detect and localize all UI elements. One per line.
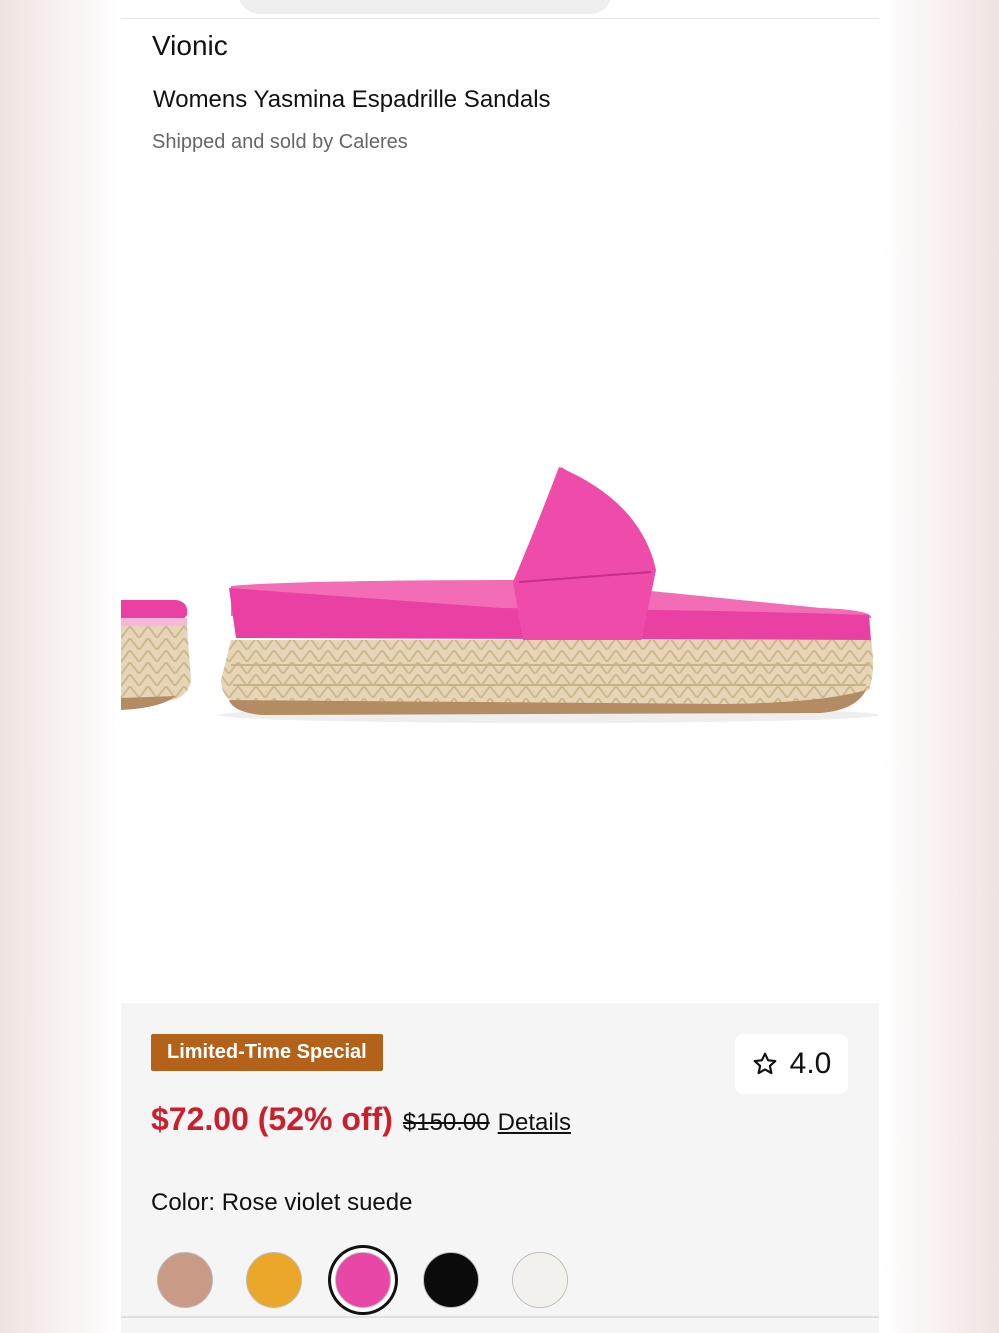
product-page: Vionic Womens Yasmina Espadrille Sandals… [121,0,879,1333]
product-image-carousel[interactable] [121,170,879,1003]
header-divider [121,18,879,19]
seller-info: Shipped and sold by Caleres [152,131,408,153]
rating-value: 4.0 [789,1047,832,1080]
swatch-rose-violet[interactable] [335,1252,391,1308]
purchase-info-panel: Limited-Time Special 4.0 $72.00 (52% off… [121,1003,879,1333]
sale-price: $72.00 (52% off) [151,1101,393,1137]
swatch-black[interactable] [423,1252,479,1308]
sandal-product-image [121,467,879,723]
bottom-divider [121,1316,879,1318]
main-sandal [219,467,879,723]
swatch-rose-gold[interactable] [157,1252,213,1308]
promo-badge: Limited-Time Special [151,1034,383,1071]
rating-button[interactable]: 4.0 [735,1034,848,1094]
swatch-white[interactable] [512,1252,568,1308]
product-title: Womens Yasmina Espadrille Sandals [153,86,551,113]
search-bar[interactable] [238,0,612,14]
swatch-yellow[interactable] [246,1252,302,1308]
color-label: Color: Rose violet suede [151,1189,413,1216]
brand-name[interactable]: Vionic [152,30,228,62]
original-price: $150.00 [402,1109,490,1136]
price-details-link[interactable]: Details [498,1109,571,1137]
price-row: $72.00 (52% off) $150.00 Details [151,1101,571,1138]
star-outline-icon [753,1052,777,1075]
color-swatches [157,1252,587,1322]
partial-sandal-left [121,600,191,710]
